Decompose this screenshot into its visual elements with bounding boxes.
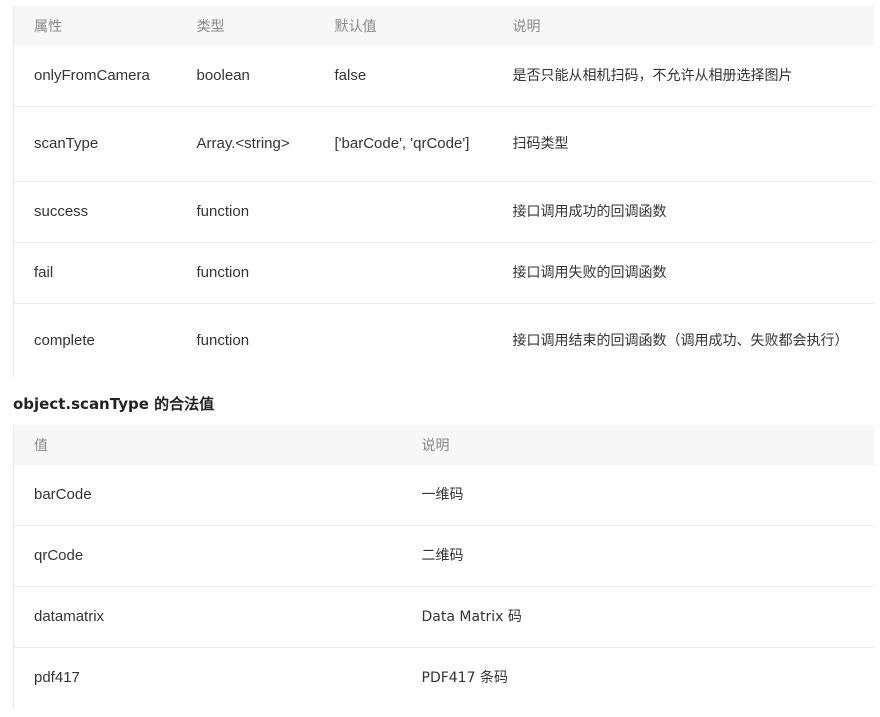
parameters-table: 属性 类型 默认值 说明 onlyFromCamera boolean fals… — [13, 6, 874, 377]
table-row: success function 接口调用成功的回调函数 — [13, 181, 874, 243]
scan-type-description: PDF417 条码 — [421, 670, 508, 686]
scan-type-values-table: 值 说明 barCode 一维码 qrCode 二维码 datamatrix D… — [13, 425, 874, 708]
table-row: barCode 一维码 — [13, 465, 874, 526]
param-default — [314, 242, 493, 304]
param-name: onlyFromCamera — [13, 46, 177, 107]
param-description: 接口调用结束的回调函数（调用成功、失败都会执行） — [512, 332, 849, 349]
param-default: false — [314, 46, 493, 107]
param-description: 接口调用失败的回调函数 — [492, 242, 874, 304]
scan-type-value: barCode — [13, 465, 402, 526]
param-name: fail — [13, 242, 177, 304]
header-description: 说明 — [421, 438, 450, 454]
scan-type-value: datamatrix — [13, 586, 402, 648]
param-type: function — [196, 331, 250, 349]
header-default: 默认值 — [334, 19, 377, 35]
scan-type-description: Data Matrix 码 — [401, 586, 874, 648]
table-row: onlyFromCamera boolean false 是否只能从相机扫码，不… — [13, 46, 874, 107]
param-name: scanType — [13, 106, 177, 182]
param-default: ['barCode', 'qrCode'] — [314, 106, 493, 182]
header-type: 类型 — [196, 19, 225, 35]
header-property: 属性 — [34, 19, 62, 35]
table-row: qrCode 二维码 — [13, 525, 874, 587]
table-row: datamatrix Data Matrix 码 — [13, 586, 874, 648]
table-row: pdf417 PDF417 条码 — [14, 648, 874, 709]
param-description: 扫码类型 — [492, 106, 874, 182]
param-description: 接口调用成功的回调函数 — [492, 181, 874, 243]
param-name: success — [13, 181, 177, 243]
table-header-row: 值 说明 — [13, 425, 874, 465]
param-type: function — [176, 242, 315, 304]
scan-type-value: qrCode — [13, 525, 402, 587]
scan-type-heading: object.scanType 的合法值 — [13, 395, 215, 413]
header-value: 值 — [34, 438, 48, 454]
header-description: 说明 — [512, 19, 541, 35]
scan-type-description: 一维码 — [401, 465, 874, 526]
doc-page: 属性 类型 默认值 说明 onlyFromCamera boolean fals… — [0, 0, 880, 717]
table-row: complete function 接口调用结束的回调函数（调用成功、失败都会执… — [14, 304, 874, 378]
table-row: fail function 接口调用失败的回调函数 — [13, 242, 874, 304]
table-row: scanType Array.<string> ['barCode', 'qrC… — [13, 106, 874, 182]
param-default — [314, 181, 493, 243]
table-header-row: 属性 类型 默认值 说明 — [13, 6, 874, 46]
param-type: function — [176, 181, 315, 243]
param-description: 是否只能从相机扫码，不允许从相册选择图片 — [492, 46, 874, 107]
param-type: boolean — [176, 46, 315, 107]
scan-type-value: pdf417 — [34, 669, 80, 686]
param-name: complete — [34, 331, 95, 349]
scan-type-description: 二维码 — [401, 525, 874, 587]
param-default — [315, 304, 493, 378]
param-type: Array.<string> — [176, 106, 315, 182]
